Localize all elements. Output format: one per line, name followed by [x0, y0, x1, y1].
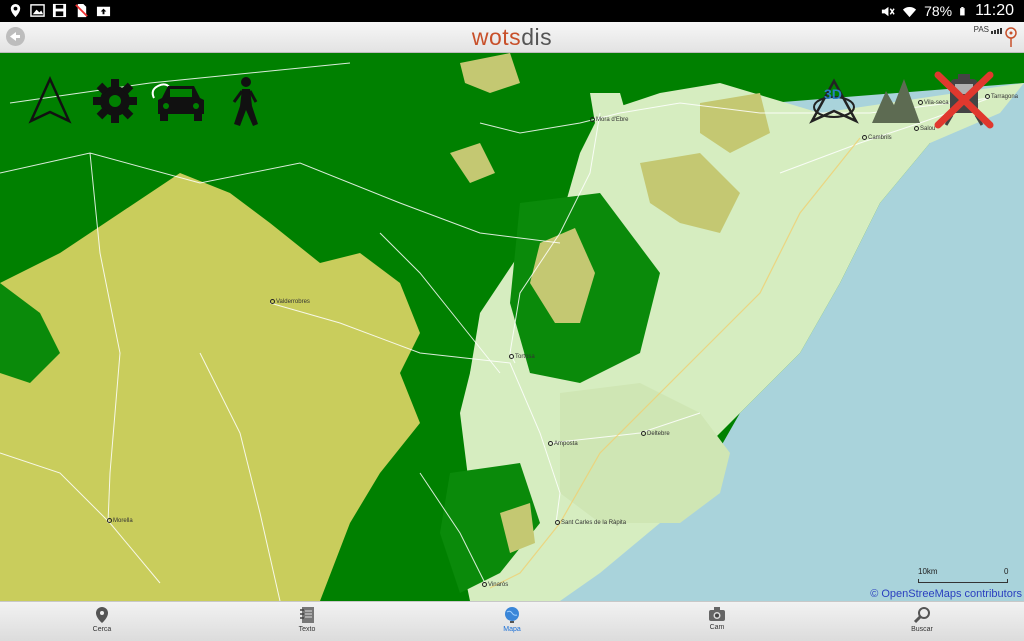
app-header: wotsdis PAS	[0, 22, 1024, 53]
svg-text:3D: 3D	[824, 86, 842, 102]
place-label: Valderrobres	[270, 299, 310, 305]
signal-label: PAS	[973, 25, 989, 34]
nav-label: Texto	[298, 626, 316, 633]
map-scale: 10km 0	[916, 567, 1012, 583]
save-icon	[52, 3, 67, 18]
clock: 11:20	[975, 2, 1014, 19]
scale-bar	[918, 579, 1008, 583]
map-view[interactable]: Mora d'Ebre Vila-seca Tarragona Cambrils…	[0, 53, 1024, 601]
scale-zero: 0	[1004, 567, 1009, 576]
scale-label: 10km	[918, 567, 938, 576]
battery-percentage: 78%	[924, 3, 953, 19]
nav-label: Buscar	[911, 626, 933, 633]
nav-label: Mapa	[503, 626, 521, 633]
magnifier-icon	[913, 607, 930, 624]
place-label: Sant Carles de la Ràpita	[555, 520, 626, 526]
battery-icon	[960, 6, 965, 15]
place-label: Cambrils	[862, 135, 892, 141]
place-label: Amposta	[548, 441, 578, 447]
mute-icon	[881, 6, 895, 16]
nav-texto[interactable]: Texto	[247, 602, 367, 641]
mountain-relief-icon[interactable]	[870, 77, 922, 125]
nav-buscar[interactable]: Buscar	[862, 602, 982, 641]
bottom-navigation: Cerca Texto Mapa Cam Buscar	[0, 601, 1024, 641]
sim-off-icon	[75, 3, 88, 18]
nav-label: Cam	[709, 624, 725, 631]
app-title: wotsdis	[0, 24, 1024, 51]
wifi-icon	[903, 6, 917, 17]
map-attribution[interactable]: © OpenStreeMaps contributors	[870, 588, 1022, 600]
app-title-part1: wots	[471, 24, 522, 50]
nav-mapa[interactable]: Mapa	[452, 602, 572, 641]
walking-person-icon[interactable]	[228, 76, 262, 128]
location-icon	[10, 3, 21, 18]
photo-upload-icon	[96, 6, 111, 17]
globe-icon	[505, 607, 519, 623]
place-label: Tortosa	[509, 354, 535, 360]
train-disabled-icon[interactable]	[934, 71, 994, 129]
status-bar: 78% 11:20	[0, 0, 1024, 22]
nav-cam[interactable]: Cam	[657, 602, 777, 641]
place-label: Deltebre	[641, 431, 670, 437]
place-label: Vinaròs	[482, 582, 508, 588]
camera-icon	[709, 607, 725, 621]
nav-cerca[interactable]: Cerca	[42, 602, 162, 641]
place-label: Mora d'Ebre	[590, 117, 629, 123]
3d-view-icon[interactable]: 3D	[808, 77, 860, 125]
place-label: Salou	[914, 126, 935, 132]
signal-indicator: PAS	[974, 25, 1002, 34]
image-icon	[30, 4, 45, 17]
notebook-icon	[300, 607, 314, 623]
map-pin-icon	[96, 607, 108, 623]
app-title-part2: dis	[521, 24, 553, 50]
car-icon[interactable]	[148, 76, 208, 126]
compass-pin-icon[interactable]	[1004, 26, 1018, 48]
navigation-arrow-icon[interactable]	[25, 76, 75, 126]
nav-label: Cerca	[92, 626, 112, 633]
signal-bars-icon	[991, 28, 1002, 34]
settings-gear-icon[interactable]	[90, 76, 140, 126]
place-label: Morella	[107, 518, 133, 524]
